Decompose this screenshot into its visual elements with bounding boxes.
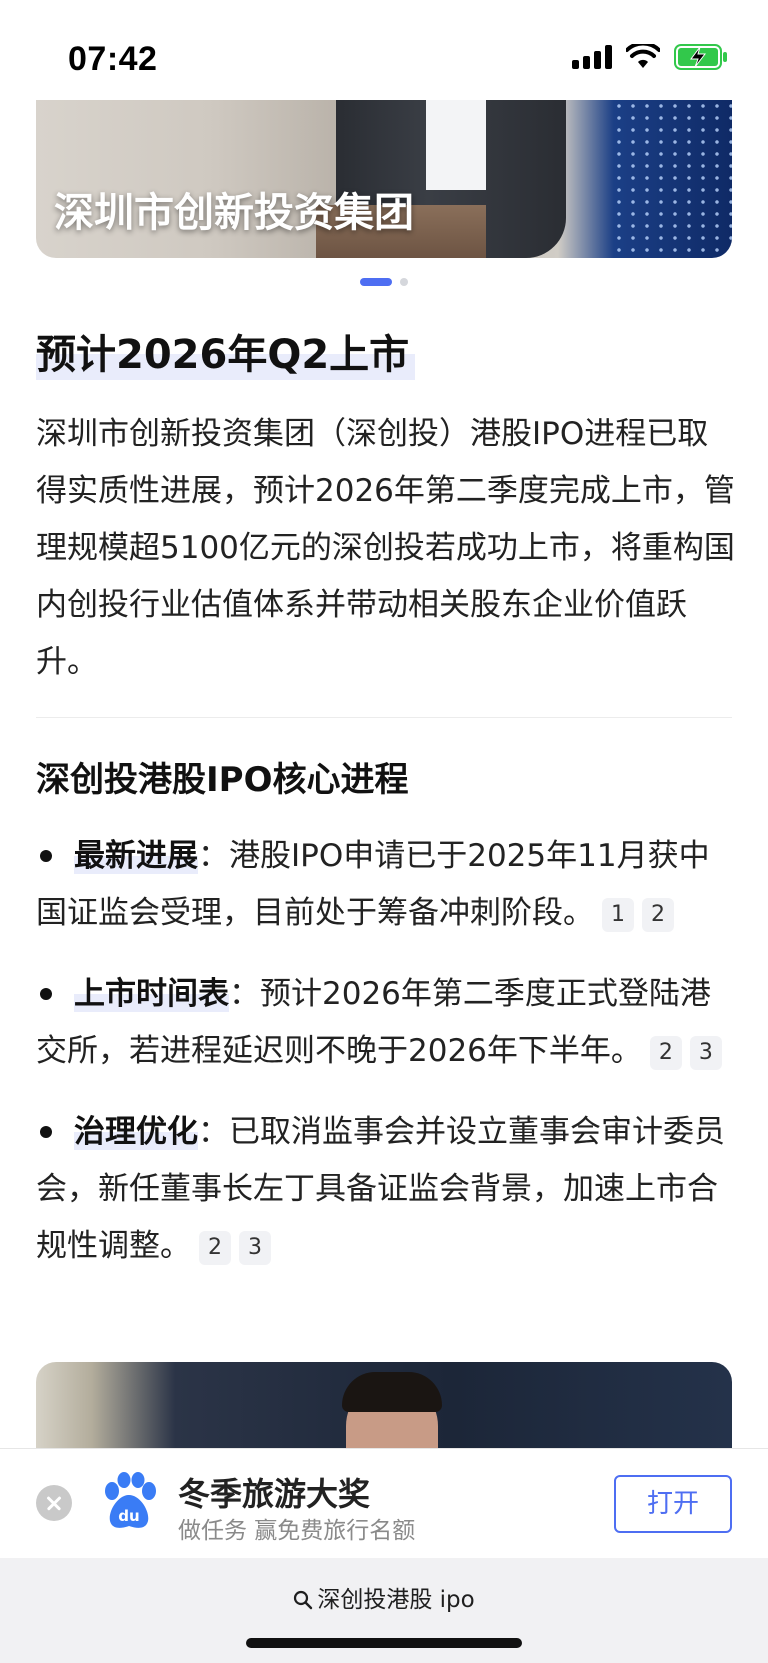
carousel-pager[interactable]: [0, 278, 768, 286]
divider: [36, 717, 732, 718]
signal-icon: [572, 45, 612, 69]
article-image[interactable]: [36, 1362, 732, 1452]
pager-dot-active[interactable]: [360, 278, 392, 286]
citation-badge[interactable]: 2: [199, 1230, 231, 1265]
banner-subtitle: 做任务 赢免费旅行名额: [178, 1518, 416, 1544]
hero-image[interactable]: 深圳市创新投资集团: [36, 100, 732, 258]
open-app-button[interactable]: 打开: [614, 1475, 732, 1533]
home-indicator[interactable]: [246, 1638, 522, 1648]
bullet-label: 上市时间表: [74, 976, 229, 1012]
list-item: 最新进展：港股IPO申请已于2025年11月获中国证监会受理，目前处于筹备冲刺阶…: [36, 828, 736, 942]
citation-badge[interactable]: 1: [602, 897, 634, 932]
status-icons: [572, 44, 728, 70]
hero-caption: 深圳市创新投资集团: [54, 190, 414, 236]
wifi-icon: [626, 44, 660, 68]
banner-title: 冬季旅游大奖: [178, 1475, 371, 1513]
address-bar-text: 深创投港股 ipo: [317, 1587, 475, 1613]
search-icon: [294, 1590, 313, 1610]
article-summary: 深圳市创新投资集团（深创投）港股IPO进程已取得实质性进展，预计2026年第二季…: [36, 416, 735, 680]
svg-text:du: du: [118, 1507, 139, 1525]
app-promo-banner: du 冬季旅游大奖 做任务 赢免费旅行名额 打开: [0, 1448, 768, 1558]
citation-badge[interactable]: 2: [642, 897, 674, 932]
bullet-dot: [40, 987, 52, 1000]
bullet-label: 治理优化: [74, 1114, 198, 1150]
citation-badge[interactable]: 3: [689, 1035, 722, 1070]
photo-person-hair: [342, 1372, 442, 1412]
bullet-label: 最新进展: [74, 838, 198, 874]
article-headline: 预计2026年Q2上市: [36, 322, 416, 380]
hero-background-lights: [612, 100, 732, 258]
hero-shirt: [426, 100, 486, 190]
list-item: 上市时间表：预计2026年第二季度正式登陆港交所，若进程延迟则不晚于2026年下…: [36, 966, 736, 1080]
list-item: 治理优化：已取消监事会并设立董事会审计委员会，新任董事长左丁具备证监会背景，加速…: [36, 1104, 736, 1275]
baidu-paw-icon: du: [105, 1472, 156, 1528]
bullet-dot: [40, 849, 52, 862]
status-time: 07:42: [68, 40, 158, 78]
bullet-list: 最新进展：港股IPO申请已于2025年11月获中国证监会受理，目前处于筹备冲刺阶…: [36, 828, 736, 1299]
address-bar-query[interactable]: 深创投港股 ipo: [0, 1580, 768, 1614]
section-title: 深创投港股IPO核心进程: [36, 760, 409, 800]
citation-badge[interactable]: 2: [649, 1035, 682, 1070]
pager-dot[interactable]: [400, 278, 408, 286]
status-bar: 07:42: [0, 0, 768, 100]
citation-badge[interactable]: 3: [239, 1230, 271, 1265]
battery-charging-icon: [674, 44, 727, 70]
bullet-dot: [40, 1125, 52, 1138]
close-icon[interactable]: [36, 1485, 72, 1521]
